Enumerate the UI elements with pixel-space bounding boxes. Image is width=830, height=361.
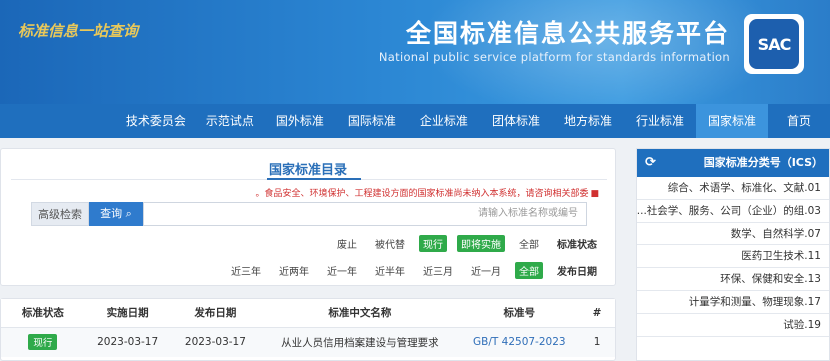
ics-title: 国家标准分类号（ICS） bbox=[703, 156, 823, 169]
sac-logo[interactable]: SAC bbox=[744, 14, 804, 74]
ics-item[interactable]: 17.计量学和测量、物理现象 bbox=[637, 291, 829, 314]
date-chip-3m[interactable]: 近三月 bbox=[419, 262, 457, 279]
search-icon: ⌕ bbox=[125, 207, 132, 220]
nav-enterprise-standards[interactable]: 企业标准 bbox=[408, 104, 480, 138]
site-subtitle: National public service platform for sta… bbox=[378, 50, 730, 64]
catalog-divider bbox=[11, 178, 607, 180]
table-header-row: # 标准号 标准中文名称 发布日期 实施日期 标准状态 bbox=[1, 299, 615, 328]
catalog-divider-accent bbox=[267, 178, 361, 180]
status-filter-label: 标准状态 bbox=[557, 239, 597, 251]
date-chip-6m[interactable]: 近半年 bbox=[371, 262, 409, 279]
status-chip-all[interactable]: 全部 bbox=[515, 235, 543, 252]
search-button[interactable]: ⌕ 查询 bbox=[89, 202, 143, 226]
col-published[interactable]: 发布日期 bbox=[170, 299, 261, 328]
sac-logo-text: SAC bbox=[749, 19, 799, 69]
nav-international-standards[interactable]: 国际标准 bbox=[336, 104, 408, 138]
bookmark-icon: ■ bbox=[590, 189, 599, 199]
results-table: # 标准号 标准中文名称 发布日期 实施日期 标准状态 1 GB/T 42507… bbox=[1, 299, 615, 357]
results-table-card: # 标准号 标准中文名称 发布日期 实施日期 标准状态 1 GB/T 42507… bbox=[0, 298, 616, 361]
ics-item[interactable]: 01.综合、术语学、标准化、文献 bbox=[637, 177, 829, 200]
date-chip-all[interactable]: 全部 bbox=[515, 261, 543, 279]
advanced-search-button[interactable]: 高级检索 bbox=[31, 202, 89, 226]
catalog-panel: 国家标准目录 ■食品安全、环境保护、工程建设方面的国家标准尚未纳入本系统，请咨询… bbox=[0, 148, 616, 286]
site-title: 全国标准信息公共服务平台 bbox=[405, 19, 730, 48]
col-name[interactable]: 标准中文名称 bbox=[260, 299, 460, 328]
search-row: 请输入标准名称或编号 ⌕ 查询 高级检索 bbox=[31, 202, 587, 226]
search-input[interactable]: 请输入标准名称或编号 bbox=[143, 202, 587, 226]
date-filter-label: 发布日期 bbox=[557, 266, 597, 278]
nav-group-standards[interactable]: 团体标准 bbox=[480, 104, 552, 138]
status-chip-upcoming[interactable]: 即将实施 bbox=[457, 234, 505, 252]
row-effective: 2023-03-17 bbox=[84, 327, 171, 357]
status-chip-current[interactable]: 现行 bbox=[419, 234, 447, 252]
slogan: 标准信息一站查询 bbox=[18, 22, 139, 40]
nav-demo-pilot[interactable]: 示范试点 bbox=[196, 104, 264, 138]
status-chip-replaced[interactable]: 被代替 bbox=[371, 235, 409, 252]
row-name[interactable]: 从业人员信用档案建设与管理要求 bbox=[260, 327, 460, 357]
table-row[interactable]: 1 GB/T 42507-2023 从业人员信用档案建设与管理要求 2023-0… bbox=[1, 327, 615, 357]
ics-panel: 国家标准分类号（ICS） ⟳ 01.综合、术语学、标准化、文献 03.社会学、服… bbox=[636, 148, 830, 361]
search-button-label: 查询 bbox=[100, 207, 123, 220]
row-status: 现行 bbox=[1, 327, 85, 357]
notice-message: 食品安全、环境保护、工程建设方面的国家标准尚未纳入本系统，请咨询相关部委。 bbox=[255, 189, 589, 199]
ics-item[interactable]: 11.医药卫生技术 bbox=[637, 245, 829, 269]
col-effective[interactable]: 实施日期 bbox=[84, 299, 171, 328]
nav-foreign-standards[interactable]: 国外标准 bbox=[264, 104, 336, 138]
nav-local-standards[interactable]: 地方标准 bbox=[552, 104, 624, 138]
main-nav: 首页 国家标准 行业标准 地方标准 团体标准 企业标准 国际标准 国外标准 示范… bbox=[0, 104, 830, 138]
date-chip-1y[interactable]: 近一年 bbox=[323, 262, 361, 279]
row-published: 2023-03-17 bbox=[170, 327, 261, 357]
status-badge: 现行 bbox=[28, 334, 58, 351]
date-chip-3y[interactable]: 近三年 bbox=[227, 262, 265, 279]
col-status[interactable]: 标准状态 bbox=[1, 299, 85, 328]
date-filter-row: 发布日期 全部 近一月 近三月 近半年 近一年 近两年 近三年 bbox=[217, 261, 597, 279]
date-chip-1m[interactable]: 近一月 bbox=[467, 262, 505, 279]
date-chip-2y[interactable]: 近两年 bbox=[275, 262, 313, 279]
ics-item[interactable]: 07.数学、自然科学 bbox=[637, 223, 829, 246]
status-filter-row: 标准状态 全部 即将实施 现行 被代替 废止 bbox=[323, 234, 597, 252]
ics-item[interactable]: 03.社会学、服务、公司（企业）的组... bbox=[637, 200, 829, 223]
refresh-icon[interactable]: ⟳ bbox=[645, 149, 656, 177]
status-chip-abolished[interactable]: 废止 bbox=[333, 235, 361, 252]
col-index: # bbox=[579, 299, 615, 328]
notice-text: ■食品安全、环境保护、工程建设方面的国家标准尚未纳入本系统，请咨询相关部委。 bbox=[255, 186, 599, 199]
nav-tech-committee[interactable]: 技术委员会 bbox=[116, 104, 196, 138]
col-code[interactable]: 标准号 bbox=[459, 299, 580, 328]
ics-item[interactable]: 19.试验 bbox=[637, 314, 829, 337]
catalog-title: 国家标准目录 bbox=[268, 163, 347, 178]
header-banner: SAC 全国标准信息公共服务平台 National public service… bbox=[0, 0, 830, 104]
ics-item[interactable]: 13.环保、保健和安全 bbox=[637, 268, 829, 291]
ics-header: 国家标准分类号（ICS） ⟳ bbox=[637, 149, 829, 177]
nav-national-standards[interactable]: 国家标准 bbox=[695, 104, 768, 138]
nav-industry-standards[interactable]: 行业标准 bbox=[624, 104, 696, 138]
row-code-link[interactable]: GB/T 42507-2023 bbox=[459, 327, 580, 357]
nav-home[interactable]: 首页 bbox=[768, 104, 830, 138]
row-index: 1 bbox=[579, 327, 615, 357]
